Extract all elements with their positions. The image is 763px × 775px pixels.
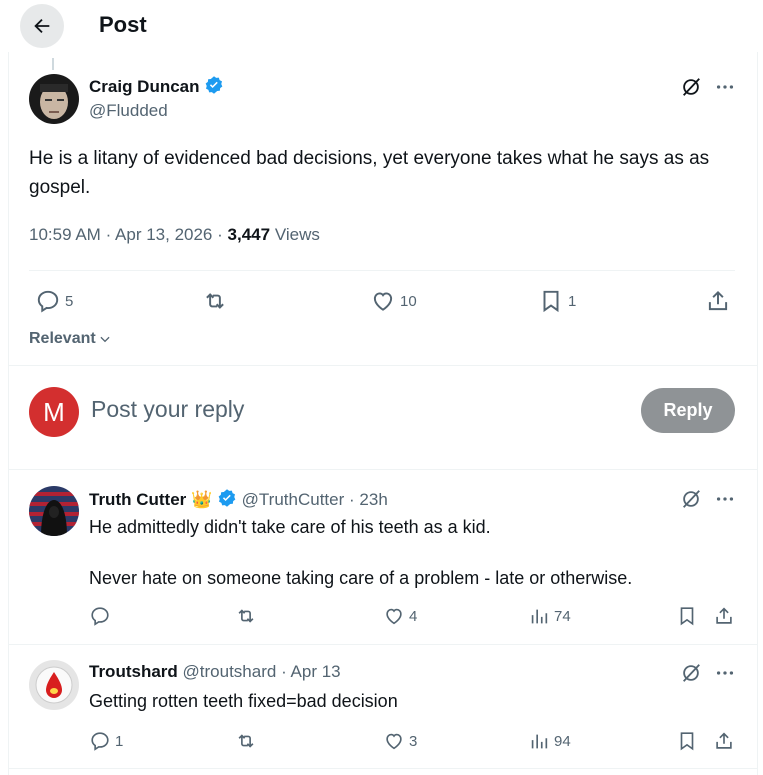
reply-action[interactable]: 5 (35, 288, 73, 314)
reply-count: 1 (115, 732, 124, 750)
author-name[interactable]: Craig Duncan (89, 77, 200, 96)
share-icon (716, 732, 732, 749)
share-icon (716, 607, 732, 624)
author-row: Craig Duncan (89, 75, 224, 97)
reply-submit-button[interactable]: Reply (641, 388, 735, 433)
share-action[interactable] (713, 605, 735, 627)
current-user-avatar[interactable]: M (29, 387, 79, 437)
chevron-down-icon (100, 336, 110, 343)
like-action[interactable]: 4 (383, 605, 417, 627)
bookmark-action[interactable] (676, 605, 698, 627)
reply-time[interactable]: Apr 13 (291, 662, 341, 681)
divider (9, 768, 757, 769)
reply-action[interactable]: 1 (89, 730, 123, 752)
bookmark-icon (680, 732, 694, 751)
reply-header: Troutshard @troutshard · Apr 13 (89, 662, 341, 681)
share-action[interactable] (713, 730, 735, 752)
divider (9, 469, 757, 470)
reply-text-line: Never hate on someone taking care of a p… (89, 568, 633, 588)
post-time[interactable]: 10:59 AM (29, 225, 101, 244)
reply-avatar[interactable] (29, 486, 79, 536)
reply-action[interactable] (89, 605, 115, 627)
reply-icon (91, 732, 109, 751)
grok-button[interactable] (680, 76, 702, 98)
share-action[interactable] (705, 288, 731, 314)
more-options-button[interactable] (714, 662, 736, 684)
views-action[interactable]: 74 (528, 605, 571, 627)
like-action[interactable]: 3 (383, 730, 417, 752)
reply-count: 5 (65, 292, 74, 310)
views-count: 94 (554, 732, 571, 750)
like-count: 3 (409, 732, 418, 750)
more-options-button[interactable] (714, 488, 736, 510)
like-count: 4 (409, 607, 418, 625)
repost-action[interactable] (235, 730, 261, 752)
verified-badge-icon (218, 489, 236, 507)
reply-header: Truth Cutter 👑 @TruthCutter · 23h (89, 489, 388, 509)
heart-icon (386, 608, 402, 625)
views-count: 3,447 (227, 225, 271, 244)
bookmark-icon (680, 607, 694, 626)
repost-icon (238, 609, 254, 623)
views-count: 74 (554, 607, 571, 625)
reply-icon (37, 290, 59, 313)
more-options-button[interactable] (714, 76, 736, 98)
bookmark-action[interactable] (676, 730, 698, 752)
verified-badge-icon (205, 76, 223, 94)
reply-icon (91, 607, 109, 626)
grok-button[interactable] (680, 488, 702, 510)
repost-action[interactable] (202, 288, 232, 314)
page-title: Post (99, 12, 147, 37)
reply-author-handle[interactable]: @troutshard (183, 662, 277, 681)
divider (9, 365, 757, 366)
repost-icon (206, 293, 224, 309)
grok-icon (683, 490, 700, 508)
author-handle[interactable]: @Fludded (89, 101, 168, 121)
like-count: 10 (400, 292, 417, 310)
like-action[interactable]: 10 (370, 288, 417, 314)
author-avatar[interactable] (29, 74, 79, 124)
grok-icon (683, 78, 700, 96)
grok-button[interactable] (680, 662, 702, 684)
thread-connector (52, 58, 54, 70)
more-icon (716, 85, 734, 89)
sort-label: Relevant (29, 330, 96, 347)
crown-emoji: 👑 (191, 490, 213, 509)
back-button[interactable] (20, 4, 64, 48)
repost-icon (238, 734, 254, 748)
divider (9, 644, 757, 645)
reply-author-name[interactable]: Truth Cutter (89, 490, 186, 509)
bookmark-count: 1 (568, 292, 577, 310)
header: Post (0, 0, 763, 52)
reply-text-line: Getting rotten teeth fixed=bad decision (89, 691, 398, 711)
analytics-icon (531, 734, 548, 749)
share-icon (708, 290, 728, 311)
reply-time[interactable]: 23h (359, 490, 387, 509)
views-action[interactable]: 94 (528, 730, 571, 752)
post-date[interactable]: Apr 13, 2026 (115, 225, 212, 244)
analytics-icon (531, 609, 548, 624)
arrow-left-icon (34, 18, 50, 34)
more-icon (716, 671, 734, 675)
reply-avatar[interactable] (29, 660, 79, 710)
heart-icon (386, 733, 402, 750)
views-label: Views (274, 225, 320, 244)
post-meta: 10:59 AM · Apr 13, 2026 · 3,447 Views (29, 225, 320, 244)
more-icon (716, 497, 734, 501)
bookmark-icon (543, 290, 559, 313)
reply-author-name[interactable]: Troutshard (89, 662, 178, 681)
heart-icon (373, 292, 393, 311)
reply-input[interactable]: Post your reply (91, 396, 244, 423)
bookmark-action[interactable]: 1 (538, 288, 576, 314)
repost-action[interactable] (235, 605, 261, 627)
reply-text-line: He admittedly didn't take care of his te… (89, 517, 491, 537)
divider (29, 270, 735, 271)
grok-icon (683, 664, 700, 682)
reply-author-handle[interactable]: @TruthCutter (242, 490, 345, 509)
post-text: He is a litany of evidenced bad decision… (29, 148, 710, 198)
sort-dropdown[interactable]: Relevant (29, 330, 112, 348)
